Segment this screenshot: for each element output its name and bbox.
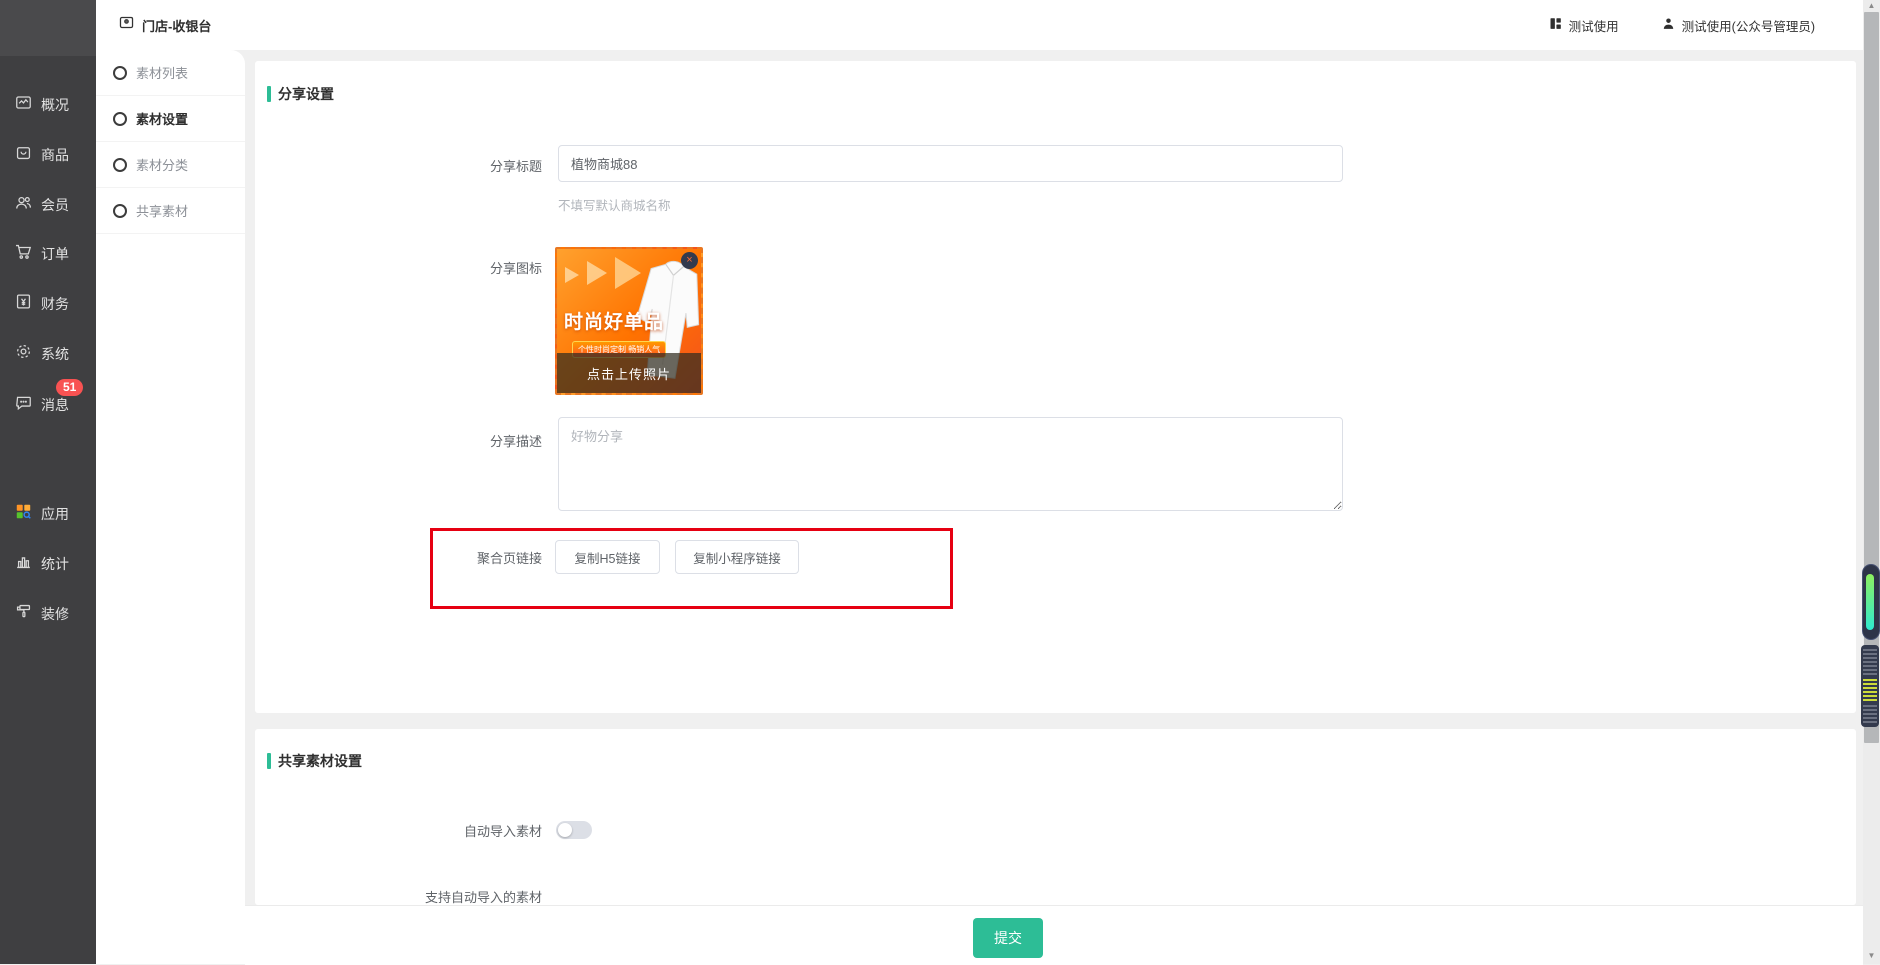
scrollbar-up-arrow[interactable]: ▲: [1863, 0, 1880, 12]
form-footer: 提交: [245, 905, 1863, 965]
sidebar-item-label: 商品: [41, 147, 69, 163]
share-settings-title: 分享设置: [278, 86, 334, 102]
page-scrollbar[interactable]: ▲ ▼: [1863, 0, 1880, 964]
share-desc-textarea[interactable]: [558, 417, 1343, 511]
overview-icon: [14, 93, 33, 117]
share-icon-upload[interactable]: 时尚好单品 个性时尚定制 畅销人气 点击上传照片 ×: [555, 247, 703, 395]
paint-roller-icon: [14, 602, 33, 626]
copy-h5-link-button[interactable]: 复制H5链接: [555, 540, 660, 574]
promo-headline: 时尚好单品: [564, 312, 665, 333]
sidebar-item-label: 系统: [41, 346, 69, 362]
account-menu[interactable]: 测试使用(公众号管理员): [1661, 16, 1815, 35]
upload-overlay-label[interactable]: 点击上传照片: [557, 353, 701, 393]
share-settings-card: 分享设置 分享标题 不填写默认商城名称 分享图标 时尚好单品 个性时尚定制 畅销…: [255, 61, 1856, 713]
share-title-hint: 不填写默认商城名称: [558, 199, 671, 213]
radio-circle-icon: [113, 65, 127, 80]
radio-circle-icon: [113, 203, 127, 218]
sidebar-item-label: 装修: [41, 606, 69, 622]
copy-miniprogram-link-button[interactable]: 复制小程序链接: [675, 540, 799, 574]
cashier-icon: [118, 14, 135, 36]
app-logo: [0, 0, 96, 56]
stripe-block-gray: [1863, 649, 1877, 677]
sidebar-item-label: 订单: [41, 246, 69, 262]
system-gear-icon: [14, 342, 33, 366]
members-icon: [14, 193, 33, 217]
subnav-label: 共享素材: [136, 204, 189, 219]
shared-material-card: 共享素材设置 自动导入素材 支持自动导入的素材: [255, 729, 1856, 905]
main-content: 分享设置 分享标题 不填写默认商城名称 分享图标 时尚好单品 个性时尚定制 畅销…: [245, 50, 1863, 965]
subnav-label: 素材设置: [136, 112, 189, 127]
subnav-label: 素材分类: [136, 158, 189, 173]
test-use-label: 测试使用: [1568, 19, 1619, 34]
section-accent-bar: [267, 753, 271, 769]
share-desc-label: 分享描述: [489, 434, 542, 449]
submit-button[interactable]: 提交: [973, 918, 1043, 958]
remove-image-button[interactable]: ×: [681, 252, 698, 269]
gauge-gradient-bar: [1866, 574, 1874, 630]
stripe-block-gray: [1863, 705, 1877, 723]
section-accent-bar: [267, 86, 271, 102]
material-subnav: 素材列表 素材设置 素材分类 共享素材: [96, 50, 245, 964]
sidebar-item-label: 应用: [41, 506, 69, 522]
sidebar-item-members[interactable]: 会员: [14, 192, 69, 218]
stats-icon: [14, 552, 33, 576]
subnav-item-material-category[interactable]: 素材分类: [96, 142, 245, 188]
extension-gauge-widget: [1862, 564, 1880, 640]
sidebar-item-label: 统计: [41, 556, 69, 572]
sidebar-item-label: 会员: [41, 197, 69, 213]
subnav-item-material-list[interactable]: 素材列表: [96, 50, 245, 96]
dashboard-grid-icon: [1548, 16, 1563, 34]
primary-sidebar: 概况 商品 会员 订单 财务 系统 消息 51 应用 统计 装修: [0, 0, 96, 964]
sidebar-item-apps[interactable]: 应用: [14, 501, 69, 527]
message-icon: [14, 393, 33, 417]
sidebar-item-stats[interactable]: 统计: [14, 551, 69, 577]
auto-import-toggle[interactable]: [556, 821, 592, 839]
toggle-knob: [558, 823, 572, 837]
test-use-button[interactable]: 测试使用: [1548, 16, 1619, 35]
topbar: 门店-收银台 测试使用 测试使用(公众号管理员): [96, 0, 1863, 50]
auto-import-label: 自动导入素材: [463, 824, 542, 839]
shared-material-title: 共享素材设置: [278, 753, 362, 769]
sidebar-item-decoration[interactable]: 装修: [14, 601, 69, 627]
share-title-input[interactable]: [558, 145, 1343, 182]
page-title-wrap: 门店-收银台: [118, 14, 211, 36]
sidebar-item-label: 消息: [41, 397, 69, 413]
radio-circle-icon: [113, 157, 127, 172]
user-icon: [1661, 16, 1676, 34]
sidebar-item-label: 财务: [41, 296, 69, 312]
message-badge: 51: [56, 379, 84, 396]
finance-icon: [14, 292, 33, 316]
apps-icon: [14, 502, 33, 526]
radio-circle-icon: [113, 111, 127, 126]
scrollbar-down-arrow[interactable]: ▼: [1863, 950, 1880, 962]
goods-icon: [14, 143, 33, 167]
sidebar-item-goods[interactable]: 商品: [14, 142, 69, 168]
sidebar-item-finance[interactable]: 财务: [14, 291, 69, 317]
orders-icon: [14, 242, 33, 266]
sidebar-item-overview[interactable]: 概况: [14, 92, 69, 118]
account-label: 测试使用(公众号管理员): [1681, 19, 1815, 34]
share-title-label: 分享标题: [489, 159, 542, 174]
support-auto-import-label: 支持自动导入的素材: [424, 890, 542, 905]
sidebar-item-orders[interactable]: 订单: [14, 241, 69, 267]
page-title: 门店-收银台: [142, 18, 212, 34]
aggregate-link-label: 聚合页链接: [476, 551, 542, 566]
subnav-item-shared-material[interactable]: 共享素材: [96, 188, 245, 234]
sidebar-item-messages[interactable]: 消息: [14, 392, 69, 418]
sidebar-item-label: 概况: [41, 97, 69, 113]
share-icon-label: 分享图标: [489, 261, 542, 276]
subnav-label: 素材列表: [136, 66, 189, 81]
subnav-item-material-settings[interactable]: 素材设置: [96, 96, 245, 142]
sidebar-item-system[interactable]: 系统: [14, 341, 69, 367]
stripe-block-green: [1863, 679, 1877, 703]
extension-stripe-widget: [1861, 645, 1879, 727]
